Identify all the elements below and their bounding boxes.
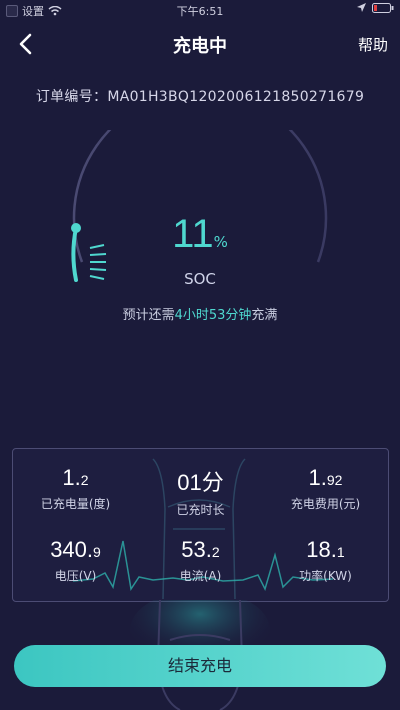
- order-number-label: 订单编号：: [35, 89, 108, 105]
- status-bar: 设置 下午6:51: [0, 0, 400, 20]
- power-label: 功率(KW): [299, 569, 352, 583]
- fee-int: 1.: [308, 465, 327, 490]
- fee-dec: 92: [326, 472, 343, 488]
- charged-amount-dec: 2: [80, 472, 89, 488]
- stat-voltage: 340.9 电压(V): [13, 537, 138, 584]
- fee-label: 充电费用(元): [290, 497, 361, 511]
- power-int: 18.: [306, 537, 337, 562]
- stat-charged-amount: 1.2 已充电量(度): [13, 465, 138, 512]
- stat-current: 53.2 电流(A): [138, 537, 263, 584]
- stat-duration: 01分 已充时长: [138, 465, 263, 518]
- charged-amount-label: 已充电量(度): [40, 497, 111, 511]
- charged-amount-value: 1.2: [13, 465, 138, 491]
- soc-value: 11%: [0, 212, 400, 257]
- soc-label: SOC: [184, 270, 216, 288]
- voltage-dec: 9: [93, 544, 101, 560]
- current-value: 53.2: [138, 537, 263, 563]
- soc-number: 11: [172, 212, 214, 256]
- voltage-int: 340.: [50, 537, 94, 562]
- order-number-value: MA01H3BQ1202006121850271679: [107, 89, 365, 105]
- status-right: [357, 3, 394, 13]
- power-value: 18.1: [263, 537, 388, 563]
- stat-power: 18.1 功率(KW): [263, 537, 388, 584]
- eta-text: 预计还需4小时53分钟充满: [0, 304, 400, 323]
- battery-icon: [372, 3, 394, 13]
- soc-unit: %: [213, 233, 228, 251]
- voltage-label: 电压(V): [54, 569, 97, 583]
- voltage-value: 340.9: [13, 537, 138, 563]
- current-dec: 2: [211, 544, 220, 560]
- power-dec: 1: [336, 544, 345, 560]
- navigation-bar: 充电中 帮助: [0, 24, 400, 64]
- fee-value: 1.92: [263, 465, 388, 491]
- eta-prefix: 预计还需: [122, 308, 175, 323]
- eta-suffix: 充满: [251, 308, 278, 323]
- location-icon: [357, 3, 366, 12]
- charging-stats-card: 1.2 已充电量(度) 01分 已充时长 1.92 充电费用(元) 340.9 …: [12, 448, 389, 602]
- stat-fee: 1.92 充电费用(元): [263, 465, 388, 512]
- eta-time: 4小时53分钟: [174, 308, 252, 323]
- status-time: 下午6:51: [176, 5, 224, 18]
- duration-value: 01分: [177, 470, 224, 495]
- current-int: 53.: [181, 537, 212, 562]
- page-title: 充电中: [173, 36, 227, 57]
- order-number-row: 订单编号：MA01H3BQ1202006121850271679: [0, 86, 400, 106]
- charged-amount-int: 1.: [62, 465, 81, 490]
- duration-label: 已充时长: [176, 503, 225, 517]
- help-button[interactable]: 帮助: [358, 34, 388, 55]
- end-charging-button[interactable]: 结束充电: [14, 645, 386, 687]
- current-label: 电流(A): [179, 569, 222, 583]
